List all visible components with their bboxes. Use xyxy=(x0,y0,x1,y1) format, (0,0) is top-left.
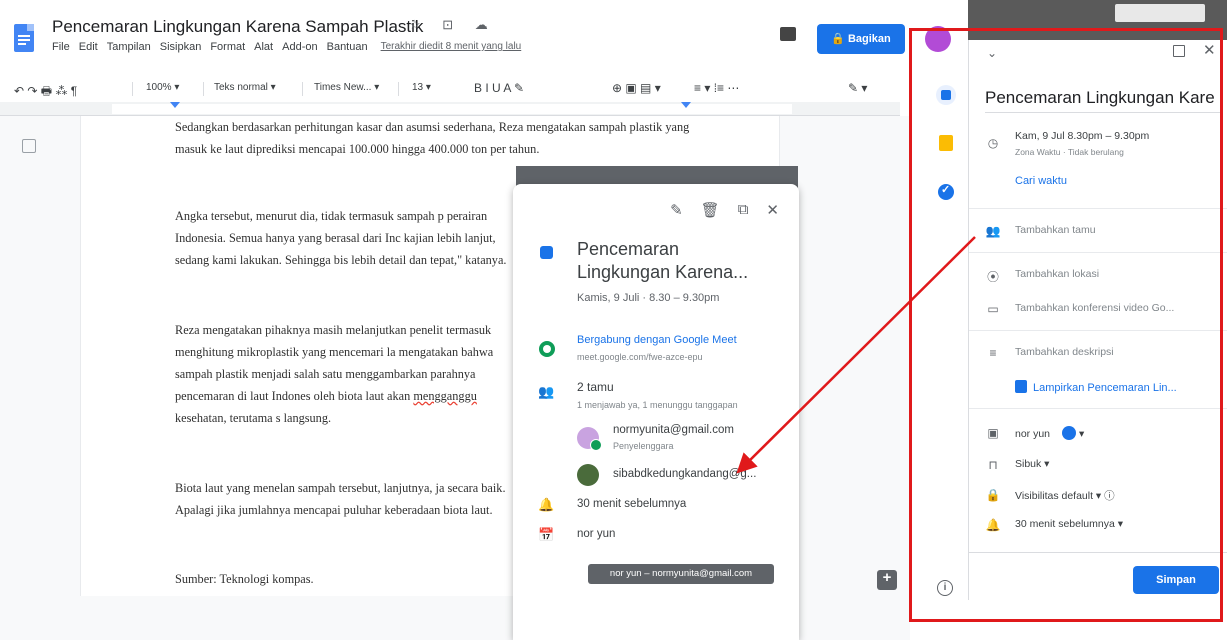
title-actions-icons[interactable]: ☆ ⊡ ☁ xyxy=(409,17,497,33)
font-size-select[interactable]: 13 ▾ xyxy=(412,82,431,93)
guest-email-organizer[interactable]: normyunita@gmail.com xyxy=(613,424,734,436)
menu-help[interactable]: Bantuan xyxy=(327,41,368,53)
toolbar-divider xyxy=(132,82,133,96)
toolbar-divider xyxy=(398,82,399,96)
calendar-icon: 📅 xyxy=(538,527,555,542)
zoom-select[interactable]: 100% ▾ xyxy=(146,82,179,93)
guest-email[interactable]: sibabdkedungkandang@g... xyxy=(613,468,756,480)
edit-icon[interactable]: ✎ xyxy=(670,201,683,219)
font-select[interactable]: Times New... ▾ xyxy=(314,82,379,93)
menu-format[interactable]: Format xyxy=(210,41,245,53)
menu-bar: File Edit Tampilan Sisipkan Format Alat … xyxy=(52,41,521,53)
paragraph-1: Sedangkan berdasarkan perhitungan kasar … xyxy=(175,120,690,156)
add-plus-icon[interactable] xyxy=(877,569,897,590)
indent-marker-right[interactable] xyxy=(681,102,691,108)
style-select[interactable]: Teks normal ▾ xyxy=(214,82,276,93)
share-button[interactable]: 🔒 Bagikan xyxy=(817,24,905,54)
join-meet-link[interactable]: Bergabung dengan Google Meet xyxy=(577,334,737,346)
calendar-owner: nor yun xyxy=(577,528,616,540)
annotation-red-box xyxy=(909,28,1223,622)
menu-tools[interactable]: Alat xyxy=(254,41,273,53)
reminder-text: 30 menit sebelumnya xyxy=(577,498,687,510)
guest-responses: 1 menjawab ya, 1 menunggu tanggapan xyxy=(577,400,738,410)
popup-actions: ✎ 🗑 ⧉ ✕ xyxy=(670,201,779,219)
meet-icon xyxy=(539,341,555,357)
calendar-owner-tooltip: nor yun – normyunita@gmail.com xyxy=(588,564,774,584)
align-buttons[interactable]: ≡ ▾ ⁞≡ ⋯ xyxy=(694,81,739,95)
menu-edit[interactable]: Edit xyxy=(79,41,98,53)
docs-logo-icon[interactable] xyxy=(14,24,34,52)
guests-icon: 👥 xyxy=(538,384,555,399)
ruler[interactable] xyxy=(0,102,900,116)
trash-icon[interactable]: 🗑 xyxy=(701,201,720,219)
menu-view[interactable]: Tampilan xyxy=(107,41,151,53)
backdrop-pill xyxy=(1115,4,1205,22)
paragraph-3: Reza mengatakan pihaknya masih melanjutk… xyxy=(175,319,515,429)
event-datetime: Kamis, 9 Juli · 8.30 – 9.30pm xyxy=(577,292,720,304)
menu-file[interactable]: File xyxy=(52,41,70,53)
last-edit-link[interactable]: Terakhir diedit 8 menit yang lalu xyxy=(381,41,522,53)
document-title[interactable]: Pencemaran Lingkungan Karena Sampah Plas… xyxy=(52,17,423,37)
guest-count: 2 tamu xyxy=(577,380,614,394)
editing-mode-select[interactable]: ✎ ▾ xyxy=(848,81,867,95)
menu-insert[interactable]: Sisipkan xyxy=(160,41,202,53)
outline-icon[interactable] xyxy=(22,139,36,153)
paragraph-3-tail: kesehatan, terutama s langsung. xyxy=(175,411,332,425)
guest-avatar[interactable] xyxy=(577,427,602,451)
guest-role: Penyelenggara xyxy=(613,441,674,451)
guest-avatar[interactable] xyxy=(577,464,599,486)
paragraph-2: Angka tersebut, menurut dia, tidak terma… xyxy=(175,209,507,267)
text-format-buttons[interactable]: B I U A ✎ xyxy=(474,81,524,95)
close-icon[interactable]: ✕ xyxy=(766,201,779,219)
bell-icon: 🔔 xyxy=(538,497,555,512)
paragraph-4: Biota laut yang menelan sampah tersebut,… xyxy=(175,481,506,517)
insert-buttons[interactable]: ⊕ ▣ ▤ ▾ xyxy=(612,81,661,95)
toolbar-divider xyxy=(203,82,204,96)
indent-marker-left[interactable] xyxy=(170,102,180,108)
spelling-underline-word[interactable]: mengganggu xyxy=(413,389,477,403)
event-color-square xyxy=(540,246,553,259)
menu-addons[interactable]: Add-on xyxy=(282,41,317,53)
toolbar-divider xyxy=(302,82,303,96)
meet-url: meet.google.com/fwe-azce-epu xyxy=(577,352,703,362)
open-new-window-icon[interactable]: ⧉ xyxy=(738,201,749,219)
comment-history-icon[interactable] xyxy=(780,27,796,41)
event-title: Pencemaran Lingkungan Karena... xyxy=(577,239,749,282)
undo-redo-print-icons[interactable]: ↶ ↷ 🖶 ⁂ ¶ xyxy=(14,82,77,103)
